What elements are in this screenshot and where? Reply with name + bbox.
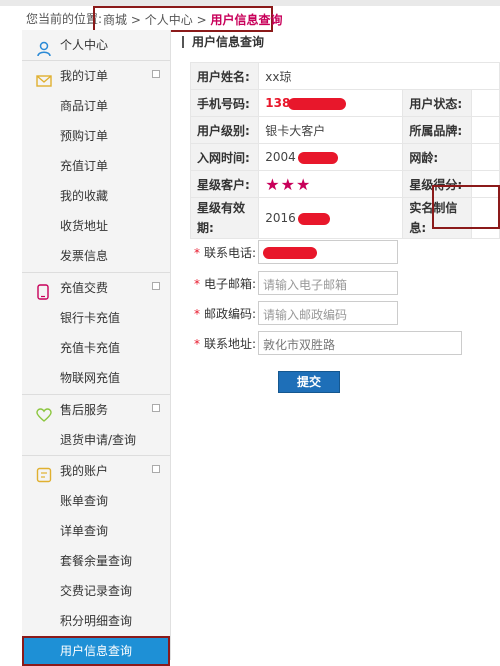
- sidebar-item-invoice-info[interactable]: 发票信息: [22, 241, 170, 271]
- section-title: 售后服务: [60, 403, 109, 417]
- star-valid-value: 2016: [265, 211, 296, 225]
- sidebar-section-after-sales: 售后服务 退货申请/查询: [22, 395, 170, 455]
- collapse-icon[interactable]: [152, 70, 160, 78]
- level-label: 用户级别:: [189, 116, 260, 144]
- sidebar-section-recharge: 充值交费 银行卡充值 充值卡充值 物联网充值: [22, 273, 170, 393]
- phone-value: 138: [265, 96, 291, 110]
- sidebar-item-payment-records[interactable]: 交费记录查询: [22, 576, 170, 606]
- collapse-icon[interactable]: [152, 404, 160, 412]
- section-title: 充值交费: [60, 281, 109, 295]
- sidebar-item-favorites[interactable]: 我的收藏: [22, 181, 170, 211]
- network-age-label: 网龄:: [402, 143, 472, 171]
- required-mark: *: [194, 307, 200, 321]
- address-label: 联系地址:: [204, 337, 257, 351]
- required-mark: *: [194, 277, 200, 291]
- sidebar: 个人中心 我的订单 商品订单 预购订单 充值订单 我的收藏 收货地址 发票信息 …: [22, 30, 171, 666]
- breadcrumb-separator: >: [196, 13, 207, 27]
- brand-value: [470, 116, 500, 144]
- email-label: 电子邮箱:: [204, 277, 257, 291]
- contact-phone-label: 联系电话:: [204, 246, 257, 260]
- sidebar-item-preorders[interactable]: 预购订单: [22, 121, 170, 151]
- sidebar-section-orders: 我的订单 商品订单 预购订单 充值订单 我的收藏 收货地址 发票信息: [22, 61, 170, 271]
- breadcrumb-link-personal-center[interactable]: 个人中心: [145, 13, 193, 27]
- sidebar-item-shipping-address[interactable]: 收货地址: [22, 211, 170, 241]
- join-date-label: 入网时间:: [189, 143, 260, 171]
- user-icon: [36, 38, 51, 57]
- sidebar-item-bank-card-recharge[interactable]: 银行卡充值: [22, 303, 170, 333]
- table-row: 用户级别: 银卡大客户 所属品牌:: [189, 116, 500, 144]
- sidebar-item-recharge-orders[interactable]: 充值订单: [22, 151, 170, 181]
- sidebar-item-plan-balance[interactable]: 套餐余量查询: [22, 546, 170, 576]
- redaction-mark: [263, 246, 317, 259]
- sidebar-item-returns[interactable]: 退货申请/查询: [22, 425, 170, 455]
- envelope-icon: [36, 69, 52, 87]
- star-valid-label-cont: 期:: [197, 221, 214, 235]
- breadcrumb-current: 用户信息查询: [210, 13, 283, 27]
- sidebar-item-detail-query[interactable]: 详单查询: [22, 516, 170, 546]
- level-value: 银卡大客户: [258, 116, 404, 144]
- section-title: 我的账户: [60, 464, 109, 478]
- address-field[interactable]: 敦化市双胜路: [258, 331, 462, 355]
- status-value: [470, 89, 500, 117]
- sidebar-section-account: 我的账户 账单查询 详单查询 套餐余量查询 交费记录查询 积分明细查询 用户信息…: [22, 456, 170, 666]
- phone-label: 手机号码:: [189, 89, 260, 117]
- contact-phone-field[interactable]: [258, 240, 398, 264]
- page-title: 用户信息查询: [182, 36, 264, 48]
- brand-label: 所属品牌:: [402, 116, 472, 144]
- zip-field[interactable]: 请输入邮政编码: [258, 301, 398, 325]
- star-valid-label: 星级有效: [197, 201, 246, 215]
- sidebar-home-label: 个人中心: [60, 38, 109, 52]
- breadcrumb-link-mall[interactable]: 商城: [103, 13, 127, 27]
- table-row: 入网时间: 2004 网龄:: [189, 143, 500, 171]
- star-rating: ★★★: [265, 174, 312, 194]
- real-name-label-cont: 息:: [409, 221, 427, 235]
- heart-icon: [36, 403, 52, 422]
- redaction-mark: [297, 212, 330, 225]
- network-age-value: [470, 143, 500, 171]
- collapse-icon[interactable]: [152, 465, 160, 473]
- table-row: 手机号码: 138 用户状态:: [189, 89, 500, 117]
- required-mark: *: [194, 246, 200, 260]
- sidebar-item-bill-query[interactable]: 账单查询: [22, 486, 170, 516]
- zip-label: 邮政编码:: [204, 307, 257, 321]
- redaction-mark: [288, 97, 347, 110]
- breadcrumb-prefix: 您当前的位置:: [26, 12, 103, 26]
- sidebar-item-card-recharge[interactable]: 充值卡充值: [22, 333, 170, 363]
- name-value: xx琼: [258, 62, 500, 90]
- required-mark: *: [194, 337, 200, 351]
- status-label: 用户状态:: [402, 89, 472, 117]
- submit-button[interactable]: 提交: [278, 371, 340, 393]
- section-title: 我的订单: [60, 69, 109, 83]
- account-icon: [36, 464, 52, 483]
- sidebar-home[interactable]: 个人中心: [22, 30, 170, 60]
- join-date-value: 2004: [265, 150, 296, 164]
- sidebar-item-user-info-query[interactable]: 用户信息查询: [22, 636, 170, 666]
- email-field[interactable]: 请输入电子邮箱: [258, 271, 398, 295]
- collapse-icon[interactable]: [152, 282, 160, 290]
- breadcrumb-highlight-box: 商城 > 个人中心 > 用户信息查询: [93, 6, 282, 32]
- sidebar-item-product-orders[interactable]: 商品订单: [22, 91, 170, 121]
- table-row: 用户姓名: xx琼: [189, 62, 500, 90]
- sidebar-item-points-detail[interactable]: 积分明细查询: [22, 606, 170, 636]
- name-label: 用户姓名:: [189, 62, 260, 90]
- star-customer-label: 星级客户:: [189, 170, 260, 198]
- phone-icon: [36, 281, 50, 300]
- sidebar-item-iot-recharge[interactable]: 物联网充值: [22, 363, 170, 393]
- redaction-mark: [297, 151, 338, 164]
- breadcrumb-separator: >: [130, 13, 141, 27]
- breadcrumb: 您当前的位置: 商城 > 个人中心 > 用户信息查询: [0, 6, 500, 32]
- real-name-highlight-box: [432, 185, 500, 229]
